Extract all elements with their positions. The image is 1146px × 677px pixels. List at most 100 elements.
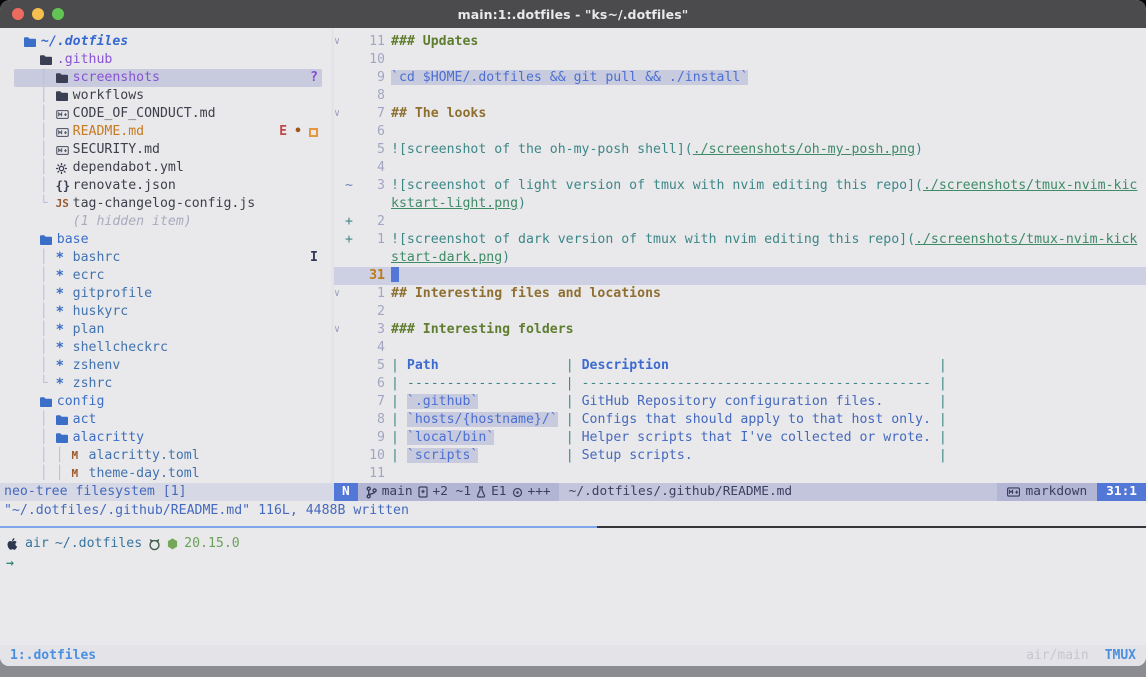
fold-column	[334, 213, 345, 231]
editor-line[interactable]: 7| `.github` | GitHub Repository configu…	[334, 393, 1146, 411]
editor-line[interactable]: 5| Path | Description |	[334, 357, 1146, 375]
tree-item-alacritty[interactable]: │ alacritty	[0, 429, 331, 447]
fold-chevron-icon[interactable]: ∨	[334, 285, 345, 303]
tree-item-tag-changelog-config-js[interactable]: └ JStag-changelog-config.js	[0, 195, 331, 213]
editor-line[interactable]: start-dark.png)	[334, 249, 1146, 267]
tree-indent-guide: │ │	[0, 465, 72, 483]
tree-item-act[interactable]: │ act	[0, 411, 331, 429]
editor-line[interactable]: 8| `hosts/{hostname}/` | Configs that sh…	[334, 411, 1146, 429]
tree-item-label: act	[73, 411, 97, 429]
tree-item-alacritty-toml[interactable]: │ │ Malacritty.toml	[0, 447, 331, 465]
text-segment-pipe: |	[939, 430, 947, 445]
tree-item-huskyrc[interactable]: │ *huskyrc	[0, 303, 331, 321]
sign-column	[345, 195, 357, 213]
tree-item-label: workflows	[73, 87, 144, 105]
line-number: 3	[357, 177, 385, 195]
shell-input[interactable]: →	[0, 554, 1146, 574]
tree-indent-guide: │	[0, 267, 56, 285]
tree-item-github[interactable]: .github	[0, 51, 331, 69]
editor-line[interactable]: ~3![screenshot of light version of tmux …	[334, 177, 1146, 195]
tree-item-zshrc[interactable]: └ *zshrc	[0, 375, 331, 393]
line-number: 6	[357, 123, 385, 141]
editor-line[interactable]: 5![screenshot of the oh-my-posh shell](.…	[334, 141, 1146, 159]
tmux-host-session: air/main	[1026, 648, 1089, 663]
editor-line[interactable]: 10	[334, 51, 1146, 69]
editor-line[interactable]: 4	[334, 339, 1146, 357]
tree-item-dotfiles[interactable]: ~/.dotfiles	[0, 33, 331, 51]
tree-item-code-of-conduct-md[interactable]: │ CODE_OF_CONDUCT.md	[0, 105, 331, 123]
fold-chevron-icon[interactable]: ∨	[334, 33, 345, 51]
editor-line[interactable]: 4	[334, 159, 1146, 177]
text-segment-pipe: |	[391, 358, 407, 373]
tree-item-theme-day-toml[interactable]: │ │ Mtheme-day.toml	[0, 465, 331, 483]
text-segment-pipe: |	[939, 448, 947, 463]
tree-item-readme-md[interactable]: │ README.mdE•	[0, 123, 331, 141]
tree-item-base[interactable]: base	[0, 231, 331, 249]
editor-line[interactable]: ∨3### Interesting folders	[334, 321, 1146, 339]
editor-line[interactable]: ∨11### Updates	[334, 33, 1146, 51]
sign-column	[345, 303, 357, 321]
editor-line[interactable]: kstart-light.png)	[334, 195, 1146, 213]
editor-line[interactable]: 11	[334, 465, 1146, 483]
tree-item-label: ~/.dotfiles	[41, 33, 128, 51]
line-text: | `local/bin` | Helper scripts that I've…	[391, 429, 947, 447]
text-segment-md: ![screenshot of the oh-my-posh shell](	[391, 142, 693, 157]
tree-item-screenshots[interactable]: │ screenshots?	[0, 69, 331, 87]
shell-pane[interactable]: air ~/.dotfiles 20.15.0 →	[0, 534, 1146, 644]
text-segment-md: )	[502, 250, 510, 265]
text-segment-pipe: |	[391, 448, 407, 463]
tree-item-config[interactable]: config	[0, 393, 331, 411]
github-icon	[148, 538, 161, 551]
tree-item-plan[interactable]: │ *plan	[0, 321, 331, 339]
fold-column	[334, 411, 345, 429]
editor-line[interactable]: 10| `scripts` | Setup scripts. |	[334, 447, 1146, 465]
line-number: 2	[357, 303, 385, 321]
text-segment-h3: ### Interesting folders	[391, 322, 574, 337]
minimize-button[interactable]	[32, 8, 44, 20]
file-path: ~/.dotfiles/.github/README.md	[559, 483, 997, 501]
editor-line[interactable]: +1![screenshot of dark version of tmux w…	[334, 231, 1146, 249]
tree-item-shellcheckrc[interactable]: │ *shellcheckrc	[0, 339, 331, 357]
tree-item-1-hidden-item[interactable]: (1 hidden item)	[0, 213, 331, 231]
neotree-statusline: neo-tree filesystem [1]	[0, 483, 334, 501]
tree-item-bashrc[interactable]: │ *bashrcI	[0, 249, 331, 267]
editor-line[interactable]: 9`cd $HOME/.dotfiles && git pull && ./in…	[334, 69, 1146, 87]
line-text: start-dark.png)	[391, 249, 510, 267]
tree-item-renovate-json[interactable]: │ {}renovate.json	[0, 177, 331, 195]
prompt-cwd: ~/.dotfiles	[55, 534, 142, 554]
editor-line[interactable]: +2	[334, 213, 1146, 231]
editor-line[interactable]: 6	[334, 123, 1146, 141]
maximize-button[interactable]	[52, 8, 64, 20]
fold-chevron-icon[interactable]: ∨	[334, 321, 345, 339]
tree-item-dependabot-yml[interactable]: │ dependabot.yml	[0, 159, 331, 177]
toml-icon: M	[72, 447, 89, 465]
editor-line[interactable]: ∨1## Interesting files and locations	[334, 285, 1146, 303]
fold-column	[334, 375, 345, 393]
git-status-badges: ?	[310, 69, 318, 87]
tree-item-ecrc[interactable]: │ *ecrc	[0, 267, 331, 285]
tree-item-gitprofile[interactable]: │ *gitprofile	[0, 285, 331, 303]
editor-buffer[interactable]: ∨11### Updates109`cd $HOME/.dotfiles && …	[334, 33, 1146, 483]
fold-column	[334, 357, 345, 375]
tree-item-label: .github	[57, 51, 113, 69]
fold-chevron-icon[interactable]: ∨	[334, 105, 345, 123]
tmux-window-tab[interactable]: 1:.dotfiles	[10, 648, 96, 663]
text-segment-pipe: | ------------------- | ----------------…	[391, 376, 947, 391]
editor-line[interactable]: 8	[334, 87, 1146, 105]
tree-item-workflows[interactable]: │ workflows	[0, 87, 331, 105]
editor-line[interactable]: 2	[334, 303, 1146, 321]
tree-item-zshenv[interactable]: │ *zshenv	[0, 357, 331, 375]
text-segment-plain	[931, 412, 939, 427]
tree-item-security-md[interactable]: │ SECURITY.md	[0, 141, 331, 159]
editor-line[interactable]: ∨7## The looks	[334, 105, 1146, 123]
close-button[interactable]	[12, 8, 24, 20]
text-segment-plain	[494, 430, 565, 445]
line-text: | ------------------- | ----------------…	[391, 375, 947, 393]
asterisk-icon: *	[56, 285, 73, 303]
editor-cursor-line[interactable]: 31	[334, 267, 1146, 285]
line-text	[391, 267, 399, 285]
editor-line[interactable]: 6| ------------------- | ---------------…	[334, 375, 1146, 393]
git-sign: +	[345, 213, 357, 231]
editor-line[interactable]: 9| `local/bin` | Helper scripts that I'v…	[334, 429, 1146, 447]
text-segment-th: Description	[582, 358, 669, 373]
